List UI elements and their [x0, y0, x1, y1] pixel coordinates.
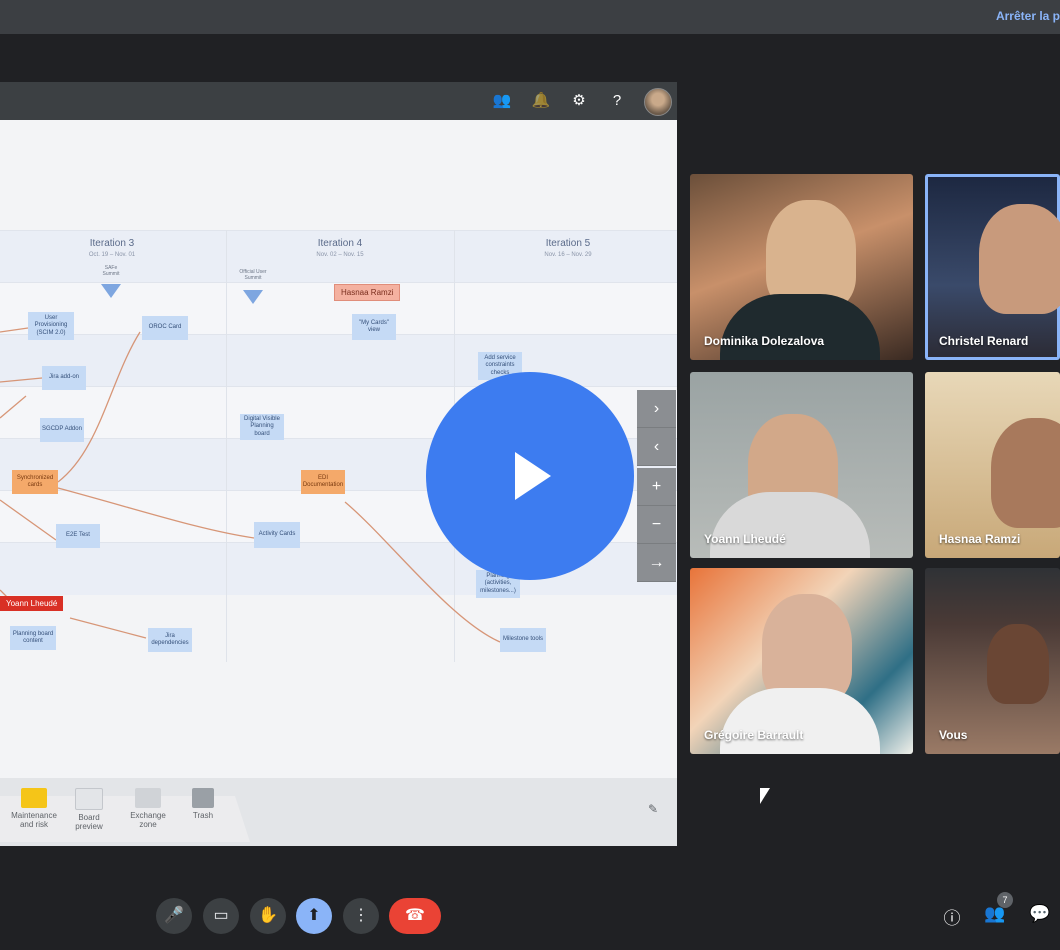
participant-tile[interactable]: Dominika Dolezalova	[690, 174, 913, 360]
tray-item-label: Maintenance and risk	[11, 811, 57, 829]
participant-name: Dominika Dolezalova	[704, 334, 825, 348]
tray-item-label: Board preview	[75, 813, 103, 831]
participant-tile[interactable]: Vous	[925, 568, 1060, 754]
tray-item-maintenance[interactable]: Maintenance and risk	[10, 788, 58, 830]
board-card[interactable]: SGCDP Addon	[40, 418, 84, 442]
bottom-tray: Maintenance and risk Board preview Excha…	[0, 778, 677, 846]
avatar[interactable]	[644, 88, 672, 116]
board-card[interactable]: Jira dependencies	[148, 628, 192, 652]
board-card[interactable]: Planning board content	[10, 626, 56, 650]
pencil-icon[interactable]: ✎	[648, 802, 658, 816]
participant-count-badge: 7	[997, 892, 1013, 908]
help-icon[interactable]: ?	[607, 91, 627, 111]
board-card[interactable]: Digital Visible Planning board	[240, 414, 284, 440]
meeting-top-bar: Arrêter la p	[0, 0, 1060, 34]
tray-item-exchange-zone[interactable]: Exchange zone	[124, 788, 172, 830]
participant-tile[interactable]: Grégoire Barrault	[690, 568, 913, 754]
board-card[interactable]: User Provisioning (SCIM 2.0)	[28, 312, 74, 340]
participant-name: Christel Renard	[939, 334, 1029, 348]
zoom-in-control[interactable]: +	[637, 468, 676, 506]
participant-name: Grégoire Barrault	[704, 728, 804, 742]
participant-name: Vous	[939, 728, 968, 742]
participant-name: Yoann Lheudé	[704, 532, 786, 546]
more-icon[interactable]: ⋮	[343, 898, 379, 934]
play-button[interactable]	[426, 372, 634, 580]
participant-video	[710, 492, 870, 558]
board-card[interactable]: Activity Cards	[254, 522, 300, 548]
participant-tile-active[interactable]: Christel Renard	[925, 174, 1060, 360]
raise-hand-icon[interactable]: ✋	[250, 898, 286, 934]
participant-tile[interactable]: Hasnaa Ramzi	[925, 372, 1060, 558]
camera-icon[interactable]: ▭	[203, 898, 239, 934]
board-card[interactable]: Jira add-on	[42, 366, 86, 390]
mic-icon[interactable]: 🎤	[156, 898, 192, 934]
people-icon[interactable]: 👥	[492, 91, 512, 111]
tray-item-board-preview[interactable]: Board preview	[65, 788, 113, 832]
play-icon	[515, 452, 551, 500]
participant-name: Hasnaa Ramzi	[939, 532, 1021, 546]
participant-video	[720, 294, 880, 360]
present-icon[interactable]: ⬆	[296, 898, 332, 934]
tray-item-trash[interactable]: Trash	[179, 788, 227, 821]
previous-control[interactable]: ‹	[637, 428, 676, 466]
stop-sharing-button[interactable]: Arrêter la p	[996, 9, 1060, 23]
trash-icon	[192, 788, 214, 808]
participant-video	[987, 624, 1049, 704]
go-to-control[interactable]: →	[637, 544, 676, 582]
participant-tile[interactable]: Yoann Lheudé	[690, 372, 913, 558]
participant-video	[991, 418, 1060, 528]
board-card[interactable]: Synchronized cards	[12, 470, 58, 494]
mouse-cursor	[760, 788, 770, 804]
info-icon[interactable]: ⓘ	[940, 904, 964, 929]
zoom-out-control[interactable]: −	[637, 506, 676, 544]
board-card[interactable]: EDI Documentation	[301, 470, 345, 494]
participant-video	[979, 204, 1060, 314]
exchange-zone-icon	[135, 788, 161, 808]
end-call-icon[interactable]: ☎	[389, 898, 441, 934]
board-card[interactable]: "My Cards" view	[352, 314, 396, 340]
user-cursor-tag: Yoann Lheudé	[0, 596, 64, 611]
board-preview-icon	[75, 788, 103, 810]
board-card[interactable]: Milestone tools	[500, 628, 546, 652]
chat-icon[interactable]: 💬	[1028, 904, 1052, 924]
bell-icon[interactable]: 🔔	[531, 91, 551, 111]
board-card[interactable]: OROC Card	[142, 316, 188, 340]
board-card[interactable]: E2E Test	[56, 524, 100, 548]
next-control[interactable]: ›	[637, 390, 676, 428]
app-header: 👥 🔔 ⚙ ?	[0, 82, 677, 120]
tray-item-label: Exchange zone	[130, 811, 166, 829]
sticky-note-icon	[21, 788, 47, 808]
tray-item-label: Trash	[192, 811, 214, 820]
gear-icon[interactable]: ⚙	[569, 91, 589, 111]
user-cursor-tag: Hasnaa Ramzi	[334, 284, 401, 301]
participant-video	[720, 688, 880, 754]
